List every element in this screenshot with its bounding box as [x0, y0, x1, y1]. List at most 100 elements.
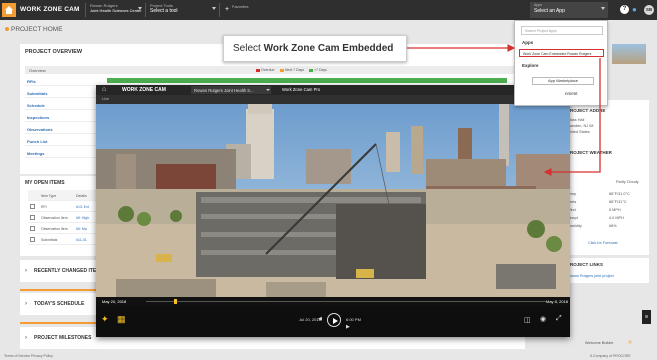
page-title: PROJECT HOME [11, 26, 63, 33]
item-type: RFI [41, 205, 47, 209]
add-favorite-icon[interactable]: + [225, 6, 229, 13]
project-value: Joint Health Sciences Center [90, 8, 142, 13]
weather-value: 88°F/31.0°C [609, 192, 630, 196]
timeline-bar[interactable]: May 20, 2018 May 8, 2018 [96, 297, 570, 306]
project-link[interactable]: Rowan Rutgers joint project [567, 274, 614, 278]
rfi-icon [30, 204, 35, 209]
overview-row-label[interactable]: Schedule [27, 103, 45, 108]
camera-name: Work Zone Cam Pro [282, 87, 321, 92]
callout-prefix: Select [233, 43, 264, 54]
legend-label: >7 Days [314, 68, 327, 72]
app-brand: WORK ZONE CAM [20, 6, 80, 13]
divider [85, 3, 86, 17]
column-header: Details [76, 194, 87, 198]
column-header: Item Type [41, 194, 57, 198]
table-row[interactable]: RFI #13: Ext [28, 201, 98, 212]
help-icon[interactable]: ? [620, 5, 629, 14]
home-logo-icon[interactable] [2, 3, 16, 17]
overview-row-label[interactable]: Punch List [27, 139, 47, 144]
table-header: Item Type Details [28, 190, 98, 201]
footer-links[interactable]: Terms of Service Privacy Policy [4, 354, 53, 358]
compare-icon[interactable]: ◫ [524, 316, 531, 324]
project-selector[interactable]: Rowan Rutgers Joint Health Sciences Cent… [90, 3, 142, 13]
apps-dropdown-menu: Search Project Apps Apps Work Zone Cam E… [514, 20, 608, 106]
legend-swatch [280, 68, 284, 72]
previous-icon[interactable]: ◀ [318, 316, 322, 322]
explore-section-header: Explore [522, 63, 539, 68]
section-title: RECENTLY CHANGED ITEMS [34, 268, 104, 274]
forecast-link[interactable]: Click for Forecast [588, 241, 618, 245]
camera-image[interactable] [96, 104, 570, 297]
legend-overdue: Overdue [256, 68, 274, 72]
overview-row-label[interactable]: Inspections [27, 115, 49, 120]
weather-value: 68% [609, 224, 617, 228]
address-title: PROJECT ADDRE [567, 108, 606, 113]
project-tab[interactable]: Rowan Rutgers Joint Health S... [191, 86, 271, 94]
timeline-track[interactable] [146, 301, 546, 302]
callout-highlight: Work Zone Cam Embedded [263, 43, 394, 54]
table-row[interactable]: Submittals #11-01 [28, 234, 98, 245]
chevron-down-icon[interactable] [138, 7, 142, 10]
timeline-handle[interactable] [174, 299, 177, 304]
submittal-icon [30, 237, 35, 242]
film-icon[interactable]: ▦ [117, 314, 126, 325]
camera-icon[interactable]: ◉ [540, 315, 546, 323]
home-dot-icon [5, 27, 9, 31]
fullscreen-icon[interactable]: ⤢ [556, 315, 562, 323]
top-navigation-bar: WORK ZONE CAM Rowan Rutgers Joint Health… [0, 0, 657, 20]
address-line: Camden, NJ 08 [567, 124, 594, 128]
table-row[interactable]: Observation Item #5: Ma [28, 223, 98, 234]
overview-row-label[interactable]: Meetings [27, 151, 44, 156]
chevron-down-icon[interactable] [266, 89, 270, 91]
links-title: PROJECT LINKS [567, 262, 604, 267]
project-links-card: PROJECT LINKS Rowan Rutgers joint projec… [564, 258, 649, 283]
footer: Terms of Service Privacy Policy A Compan… [0, 352, 657, 360]
notifications-icon[interactable]: ● [632, 5, 641, 14]
player-subheader: Live [96, 95, 570, 104]
item-link[interactable]: #13: Ext [76, 205, 89, 209]
chevron-down-icon[interactable] [601, 7, 605, 10]
next-icon[interactable]: ▶ [346, 324, 350, 330]
overview-row-label[interactable]: RFIs [27, 79, 36, 84]
weather-value: 88°F/31°C [609, 200, 627, 204]
section-title: TODAY'S SCHEDULE [34, 301, 85, 307]
favorites-label[interactable]: Favorites [232, 4, 248, 9]
legend-swatch [256, 68, 260, 72]
overview-header-label: Overview [29, 68, 46, 73]
instruction-callout: Select Work Zone Cam Embedded [223, 35, 407, 62]
overview-row-label[interactable]: Submittals [27, 91, 47, 96]
legend-over7: >7 Days [309, 68, 327, 72]
tools-selector[interactable]: Project Tools Select a tool [150, 3, 178, 15]
apps-selector[interactable]: Apps Select an App [530, 2, 608, 18]
divider [145, 3, 146, 17]
weather-condition: Partly Cloudy [616, 180, 639, 184]
item-type: Submittals [41, 238, 58, 242]
apps-value: Select an App [534, 8, 565, 14]
timeline-start: May 20, 2018 [102, 299, 127, 304]
observation-icon [30, 226, 35, 231]
welcome-text: Welcome Builder [585, 341, 614, 345]
tools-value: Select a tool [150, 8, 178, 14]
project-photo[interactable] [612, 44, 646, 64]
pin-icon[interactable]: ✦ [101, 314, 109, 325]
item-link[interactable]: #5: Ma [76, 227, 87, 231]
overview-row-label[interactable]: Observations [27, 127, 53, 132]
table-row[interactable]: Observation Item #5: High [28, 212, 98, 223]
status-bar [107, 78, 507, 83]
app-marketplace-button[interactable]: App Marketplace [532, 77, 594, 85]
next-arrow-icon[interactable]: » [628, 339, 632, 346]
apps-search-input[interactable]: Search Project Apps [521, 26, 603, 35]
play-button[interactable] [327, 313, 341, 327]
work-zone-cam-embedded-item[interactable]: Work Zone Cam Embedded Rowan Rutgers [519, 49, 604, 57]
item-link[interactable]: #5: High [76, 216, 89, 220]
home-icon[interactable]: ⌂ [102, 86, 106, 94]
open-items-table: Item Type Details RFI #13: Ext Observatio… [28, 190, 98, 245]
item-link[interactable]: #11-01 [76, 238, 87, 242]
legend-next7: Next 7 Days [280, 68, 304, 72]
open-items-title: MY OPEN ITEMS [25, 180, 65, 186]
legend-label: Overdue [261, 68, 275, 72]
feedback-tab[interactable]: ☰ [642, 310, 651, 324]
chevron-down-icon[interactable] [212, 7, 216, 10]
chevron-right-icon: › [25, 301, 27, 307]
avatar[interactable]: SB [644, 5, 654, 15]
